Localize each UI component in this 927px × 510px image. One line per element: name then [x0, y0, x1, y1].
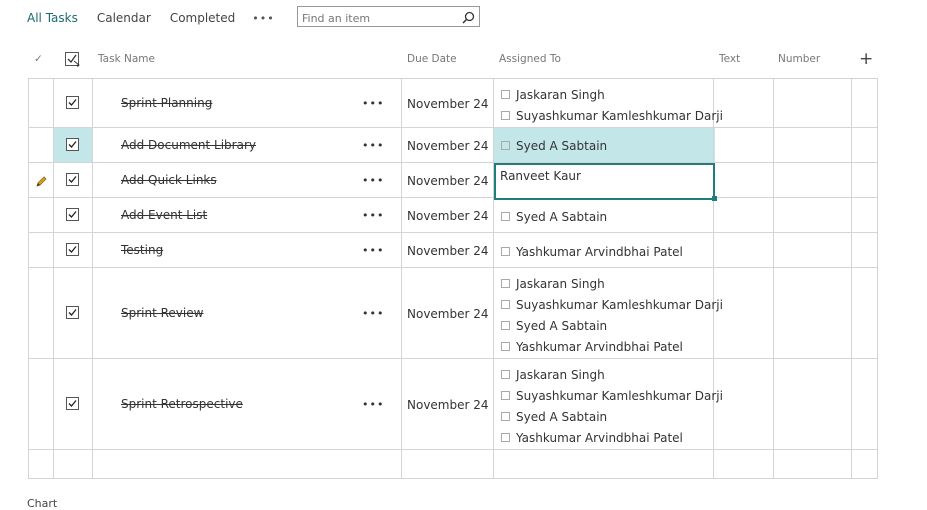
assigned-to-cell[interactable]: Yashkumar Arvindbhai Patel — [501, 241, 683, 262]
row-more-button[interactable]: ••• — [362, 398, 384, 411]
due-date: November 24 — [407, 244, 489, 258]
person-checkbox[interactable] — [501, 111, 510, 120]
table-row[interactable]: Sprint Retrospective ••• November 24 Jas… — [29, 359, 877, 450]
table-row[interactable]: Add Document Library ••• November 24 Sye… — [29, 128, 877, 163]
due-date: November 24 — [407, 209, 489, 223]
person-item[interactable]: Suyashkumar Kamleshkumar Darji — [501, 294, 723, 315]
person-checkbox[interactable] — [501, 247, 510, 256]
due-date: November 24 — [407, 97, 489, 111]
assigned-to-cell[interactable]: Jaskaran Singh Suyashkumar Kamleshkumar … — [501, 273, 723, 357]
task-name[interactable]: Sprint Review — [121, 306, 203, 320]
assigned-to-cell[interactable]: Syed A Sabtain — [501, 135, 607, 156]
row-more-button[interactable]: ••• — [362, 139, 384, 152]
completed-checkbox[interactable] — [66, 243, 79, 256]
person-checkbox[interactable] — [501, 141, 510, 150]
view-all-tasks[interactable]: All Tasks — [27, 11, 78, 25]
column-header-due-date[interactable]: Due Date — [407, 45, 457, 73]
person-checkbox[interactable] — [501, 342, 510, 351]
person-item[interactable]: Jaskaran Singh — [501, 364, 723, 385]
person-checkbox[interactable] — [501, 370, 510, 379]
person-checkbox[interactable] — [501, 321, 510, 330]
search-input[interactable] — [302, 10, 452, 27]
row-more-button[interactable]: ••• — [362, 97, 384, 110]
column-header-text[interactable]: Text — [719, 45, 740, 73]
person-checkbox[interactable] — [501, 412, 510, 421]
task-grid: Sprint Planning ••• November 24 Jaskaran… — [28, 78, 878, 479]
due-date: November 24 — [407, 307, 489, 321]
person-item[interactable]: Yashkumar Arvindbhai Patel — [501, 336, 723, 357]
more-views-button[interactable]: ••• — [252, 12, 274, 25]
row-more-button[interactable]: ••• — [362, 244, 384, 257]
task-name[interactable]: Sprint Planning — [121, 96, 212, 110]
assigned-to-cell[interactable]: Jaskaran Singh Suyashkumar Kamleshkumar … — [501, 84, 723, 126]
search-icon[interactable] — [462, 9, 475, 28]
assigned-to-cell[interactable]: Syed A Sabtain — [501, 206, 607, 227]
new-item-row[interactable] — [29, 450, 877, 478]
person-item[interactable]: Jaskaran Singh — [501, 273, 723, 294]
person-checkbox[interactable] — [501, 279, 510, 288]
column-header-task-name[interactable]: Task Name — [98, 45, 155, 73]
person-item[interactable]: Yashkumar Arvindbhai Patel — [501, 427, 723, 448]
task-name[interactable]: Testing — [121, 243, 163, 257]
assigned-to-editor[interactable]: Ranveet Kaur — [494, 163, 715, 200]
search-box[interactable] — [297, 6, 480, 27]
view-calendar[interactable]: Calendar — [97, 11, 151, 25]
row-more-button[interactable]: ••• — [362, 307, 384, 320]
completed-checkbox[interactable] — [66, 96, 79, 109]
person-checkbox[interactable] — [501, 433, 510, 442]
completed-checkbox[interactable] — [66, 306, 79, 319]
person-item[interactable]: Syed A Sabtain — [501, 315, 723, 336]
table-row[interactable]: Sprint Planning ••• November 24 Jaskaran… — [29, 79, 877, 128]
due-date: November 24 — [407, 174, 489, 188]
person-checkbox[interactable] — [501, 90, 510, 99]
person-item[interactable]: Syed A Sabtain — [501, 406, 723, 427]
column-header-assigned-to[interactable]: Assigned To — [499, 45, 561, 73]
fill-handle[interactable] — [712, 196, 717, 201]
task-name[interactable]: Add Event List — [121, 208, 207, 222]
row-more-button[interactable]: ••• — [362, 174, 384, 187]
person-item[interactable]: Yashkumar Arvindbhai Patel — [501, 241, 683, 262]
completed-checkbox[interactable] — [66, 138, 79, 151]
view-switcher: All Tasks Calendar Completed ••• — [27, 9, 294, 27]
table-row[interactable]: Sprint Review ••• November 24 Jaskaran S… — [29, 268, 877, 359]
add-column-button[interactable]: + — [859, 45, 873, 73]
task-name[interactable]: Add Document Library — [121, 138, 256, 152]
person-checkbox[interactable] — [501, 391, 510, 400]
assigned-to-cell[interactable]: Jaskaran Singh Suyashkumar Kamleshkumar … — [501, 364, 723, 448]
select-all-checkbox[interactable] — [65, 45, 81, 73]
due-date: November 24 — [407, 139, 489, 153]
check-column-header: ✓ — [34, 53, 43, 65]
person-item[interactable]: Suyashkumar Kamleshkumar Darji — [501, 385, 723, 406]
task-name[interactable]: Add Quick Links — [121, 173, 217, 187]
person-item[interactable]: Suyashkumar Kamleshkumar Darji — [501, 105, 723, 126]
edit-pencil-icon — [35, 173, 47, 192]
due-date: November 24 — [407, 398, 489, 412]
person-checkbox[interactable] — [501, 212, 510, 221]
assigned-to-editor-value: Ranveet Kaur — [500, 169, 581, 183]
table-row[interactable]: Add Quick Links ••• November 24 — [29, 163, 877, 198]
column-header-number[interactable]: Number — [778, 45, 820, 73]
view-completed[interactable]: Completed — [170, 11, 235, 25]
person-item[interactable]: Jaskaran Singh — [501, 84, 723, 105]
completed-checkbox[interactable] — [66, 397, 79, 410]
row-more-button[interactable]: ••• — [362, 209, 384, 222]
person-item[interactable]: Syed A Sabtain — [501, 206, 607, 227]
task-name[interactable]: Sprint Retrospective — [121, 397, 243, 411]
completed-checkbox[interactable] — [66, 208, 79, 221]
person-item[interactable]: Syed A Sabtain — [501, 135, 607, 156]
table-row[interactable]: Add Event List ••• November 24 Syed A Sa… — [29, 198, 877, 233]
select-all-icon — [65, 52, 81, 67]
table-row[interactable]: Testing ••• November 24 Yashkumar Arvind… — [29, 233, 877, 268]
person-checkbox[interactable] — [501, 300, 510, 309]
completed-checkbox[interactable] — [66, 173, 79, 186]
